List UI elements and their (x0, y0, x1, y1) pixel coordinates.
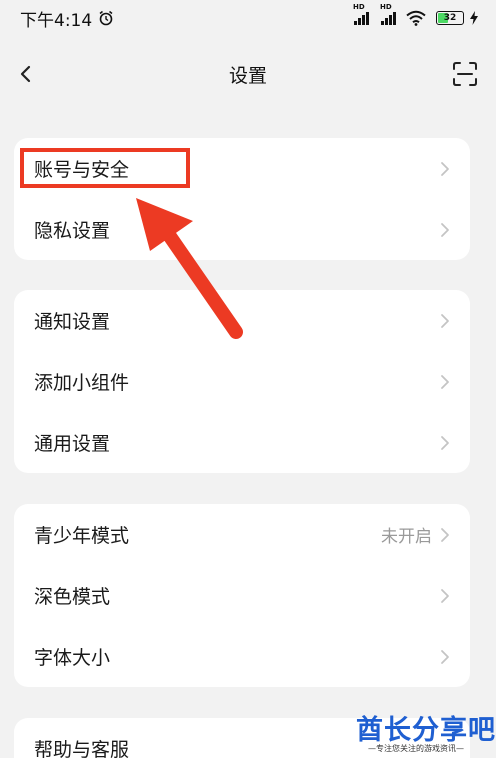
teen-mode-status: 未开启 (381, 527, 432, 547)
row-label: 青少年模式 (34, 525, 130, 547)
page-title: 设置 (228, 64, 267, 87)
row-notification-settings[interactable]: 通知设置 (14, 290, 470, 351)
row-label: 通用设置 (34, 433, 111, 455)
watermark-logo: 酋长分享吧 (356, 715, 496, 746)
row-teen-mode[interactable]: 青少年模式 未开启 (14, 504, 470, 565)
row-label: 深色模式 (34, 586, 111, 608)
signal-icon: HD (380, 3, 396, 25)
chevron-right-icon (441, 435, 449, 450)
row-dark-mode[interactable]: 深色模式 (14, 565, 470, 626)
highlight-box (20, 148, 190, 188)
status-right: HD HD 32 (353, 3, 478, 26)
back-arrow-icon[interactable] (12, 60, 40, 88)
scan-icon[interactable] (452, 61, 478, 87)
chevron-right-icon (441, 313, 449, 328)
row-privacy-settings[interactable]: 隐私设置 (14, 199, 470, 260)
alarm-icon (99, 10, 113, 26)
chevron-right-icon (441, 374, 449, 389)
battery-icon: 32 (436, 11, 464, 25)
chevron-right-icon (441, 588, 449, 603)
settings-group-display: 青少年模式 未开启 深色模式 字体大小 (14, 504, 470, 687)
chevron-right-icon (441, 222, 449, 237)
watermark-tagline: —专注您关注的游戏资讯— (368, 744, 464, 753)
row-font-size[interactable]: 字体大小 (14, 626, 470, 687)
status-left: 下午4:14 (20, 6, 114, 31)
row-label: 隐私设置 (34, 220, 111, 242)
wifi-icon (406, 10, 426, 26)
row-label: 通知设置 (34, 311, 111, 333)
chevron-right-icon (441, 649, 449, 664)
chevron-right-icon (441, 161, 449, 176)
signal-icon: HD (353, 3, 369, 25)
status-bar: 下午4:14 HD HD 32 (0, 0, 496, 36)
nav-bar: 设置 (0, 48, 496, 100)
row-label: 字体大小 (34, 647, 111, 669)
status-time: 下午4:14 (20, 10, 93, 31)
row-label: 添加小组件 (34, 372, 130, 394)
row-add-widget[interactable]: 添加小组件 (14, 351, 470, 412)
row-right: 未开启 (381, 522, 450, 547)
row-general-settings[interactable]: 通用设置 (14, 412, 470, 473)
row-label: 帮助与客服 (34, 739, 130, 758)
chevron-right-icon (441, 527, 449, 542)
charging-bolt-icon (470, 11, 478, 25)
settings-group-general: 通知设置 添加小组件 通用设置 (14, 290, 470, 473)
